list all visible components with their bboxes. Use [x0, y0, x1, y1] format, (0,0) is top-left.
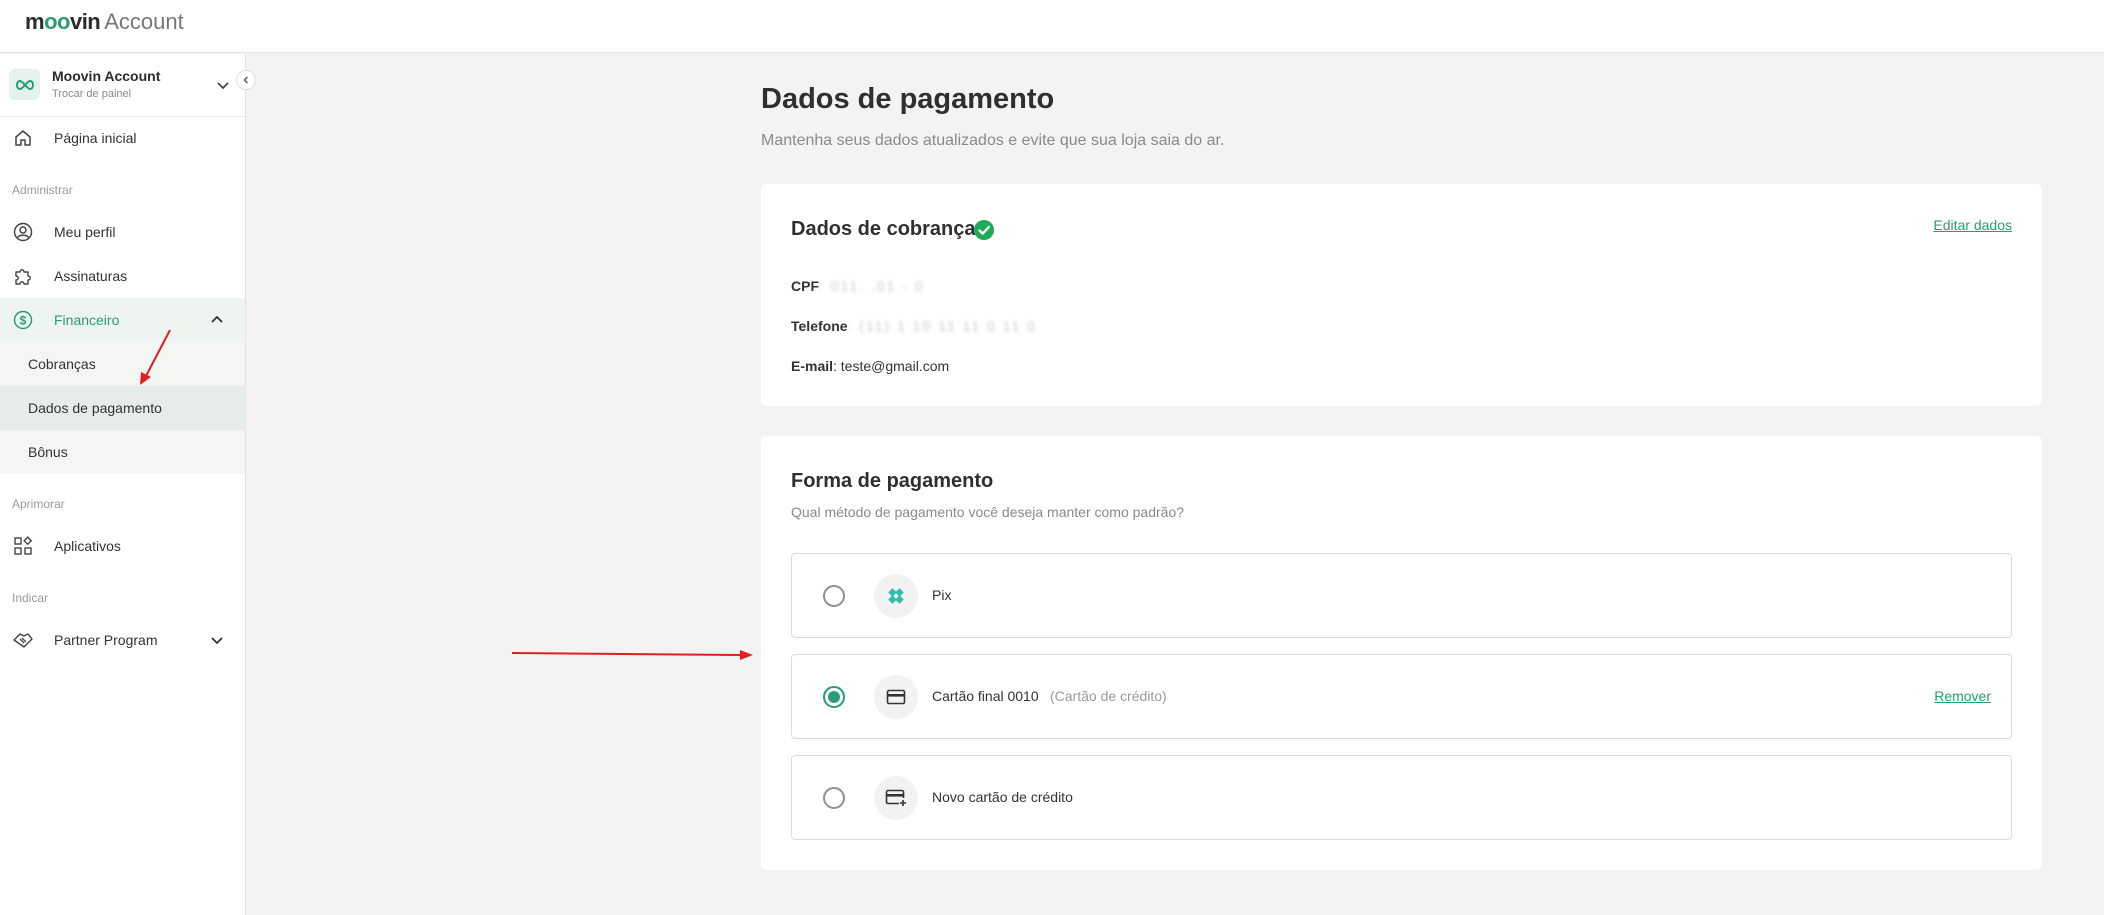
page-title: Dados de pagamento — [761, 83, 1055, 115]
phone-row: Telefone : (11) 1 10 11 11 0 11 0 — [791, 318, 1037, 334]
page-subtitle: Mantenha seus dados atualizados e evite … — [761, 132, 1225, 149]
account-name: Moovin Account — [52, 68, 161, 84]
switch-panel-label: Trocar de painel — [52, 88, 132, 100]
add-card-icon — [874, 776, 918, 820]
edit-data-link[interactable]: Editar dados — [1933, 217, 2012, 233]
option-note: (Cartão de crédito) — [1050, 688, 1167, 704]
chevron-up-icon[interactable] — [208, 311, 226, 329]
logo-brand: moovin — [25, 9, 101, 34]
payment-subtitle: Qual método de pagamento você deseja man… — [791, 504, 1185, 520]
sidebar-item-label: Aplicativos — [54, 538, 121, 554]
option-label: Novo cartão de crédito — [932, 789, 1073, 805]
sidebar-subitem-bonus[interactable]: Bônus — [0, 430, 245, 474]
payment-method-card: Forma de pagamento Qual método de pagame… — [761, 436, 2042, 870]
sidebar-item-label: Meu perfil — [54, 224, 116, 240]
section-label-improve: Aprimorar — [12, 497, 65, 511]
billing-card: Dados de cobrança Editar dados CPF : 011… — [761, 184, 2042, 406]
sidebar-item-finance[interactable]: $ Financeiro — [0, 298, 245, 342]
sidebar-item-apps[interactable]: Aplicativos — [0, 524, 245, 568]
dollar-circle-icon: $ — [12, 309, 34, 331]
sidebar-item-label: Financeiro — [54, 312, 120, 328]
phone-value: : (11) 1 10 11 11 0 11 0 — [847, 318, 1037, 334]
collapse-sidebar-button[interactable] — [236, 70, 256, 90]
pix-radio[interactable] — [823, 585, 845, 607]
chevron-down-icon[interactable] — [214, 76, 232, 94]
chevron-down-icon[interactable] — [208, 631, 226, 649]
account-avatar — [9, 69, 40, 100]
option-label: Cartão final 0010 — [932, 688, 1039, 704]
sidebar-item-subscriptions[interactable]: Assinaturas — [0, 254, 245, 298]
puzzle-icon — [12, 265, 34, 287]
annotation-arrow-card — [511, 650, 753, 660]
sidebar-item-home[interactable]: Página inicial — [0, 116, 245, 160]
email-row: E-mail : teste@gmail.com — [791, 358, 949, 374]
cpf-label: CPF — [791, 278, 819, 294]
logo-accent: oo — [44, 9, 70, 34]
sidebar-subitem-charges[interactable]: Cobranças — [0, 342, 245, 386]
new-card-radio[interactable] — [823, 787, 845, 809]
remove-card-link[interactable]: Remover — [1934, 688, 1991, 704]
payment-title: Forma de pagamento — [791, 470, 994, 492]
apps-grid-icon — [12, 535, 34, 557]
svg-text:$: $ — [20, 314, 27, 328]
logo-product: Account — [104, 9, 184, 34]
section-label-admin: Administrar — [12, 183, 73, 197]
payment-option-card[interactable]: Cartão final 0010 (Cartão de crédito) Re… — [791, 654, 2012, 739]
account-switcher[interactable]: Moovin Account Trocar de painel — [0, 54, 245, 117]
credit-card-icon — [874, 675, 918, 719]
payment-option-new-card[interactable]: Novo cartão de crédito — [791, 755, 2012, 840]
sidebar-item-label: Assinaturas — [54, 268, 128, 284]
email-label: E-mail — [791, 358, 834, 374]
cpf-row: CPF : 011. .01 - 0 — [791, 278, 925, 294]
user-circle-icon — [12, 221, 34, 243]
section-label-refer: Indicar — [12, 591, 49, 605]
app-logo[interactable]: moovin Account — [25, 9, 184, 35]
infinity-icon — [15, 79, 34, 90]
sidebar-item-partner-program[interactable]: Partner Program — [0, 618, 245, 662]
handshake-icon — [12, 629, 34, 651]
sidebar: Moovin Account Trocar de painel Página i… — [0, 54, 256, 915]
sidebar-item-label: Dados de pagamento — [28, 400, 162, 416]
sidebar-item-label: Partner Program — [54, 632, 158, 648]
phone-label: Telefone — [791, 318, 848, 334]
sidebar-item-label: Cobranças — [28, 356, 96, 372]
billing-title: Dados de cobrança — [791, 218, 976, 240]
sidebar-subitem-payment-data[interactable]: Dados de pagamento — [0, 386, 245, 430]
top-bar: moovin Account — [0, 0, 2104, 53]
option-label: Pix — [932, 587, 952, 603]
cpf-value: : 011. .01 - 0 — [819, 278, 925, 294]
sidebar-item-label: Página inicial — [54, 130, 137, 146]
card-radio[interactable] — [823, 686, 845, 708]
chevron-left-icon — [243, 76, 248, 84]
email-value: : teste@gmail.com — [833, 358, 950, 374]
payment-option-pix[interactable]: Pix — [791, 553, 2012, 638]
pix-icon — [874, 574, 918, 618]
home-icon — [12, 127, 34, 149]
sidebar-item-label: Bônus — [28, 444, 68, 460]
sidebar-item-profile[interactable]: Meu perfil — [0, 210, 245, 254]
check-circle-icon — [974, 220, 994, 240]
